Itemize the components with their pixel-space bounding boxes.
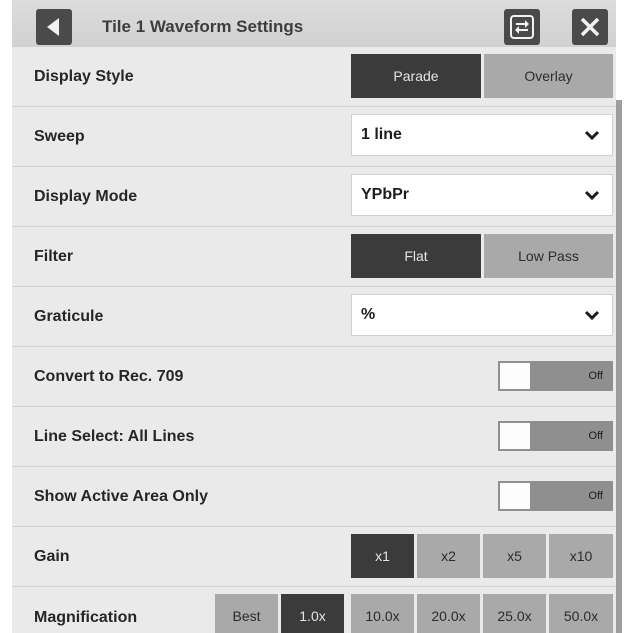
magnification-20x-button[interactable]: 20.0x	[417, 594, 480, 633]
active-area-label: Show Active Area Only	[34, 488, 208, 505]
line-select-toggle[interactable]: Off	[498, 421, 613, 451]
back-arrow-icon	[47, 18, 59, 36]
graticule-dropdown[interactable]: %	[351, 294, 613, 336]
back-button[interactable]	[36, 9, 72, 45]
line-select-label: Line Select: All Lines	[34, 428, 195, 445]
gain-x10-button[interactable]: x10	[549, 534, 613, 578]
magnification-1x-button[interactable]: 1.0x	[281, 594, 344, 633]
active-area-row: Show Active Area Only Off	[12, 467, 616, 527]
filter-label: Filter	[34, 248, 74, 265]
toggle-knob	[500, 483, 530, 509]
gain-label: Gain	[34, 548, 70, 565]
settings-panel: Tile 1 Waveform Settings Display Style P…	[12, 0, 616, 633]
toggle-knob	[500, 423, 530, 449]
convert-rec709-label: Convert to Rec. 709	[34, 368, 184, 385]
chevron-down-icon	[584, 310, 600, 321]
toggle-knob	[500, 363, 530, 389]
close-button[interactable]	[572, 9, 608, 45]
gain-x2-button[interactable]: x2	[417, 534, 480, 578]
graticule-label: Graticule	[34, 308, 104, 325]
display-mode-value: YPbPr	[361, 186, 410, 203]
chevron-down-icon	[584, 130, 600, 141]
sweep-value: 1 line	[361, 126, 402, 143]
toggle-state: Off	[588, 430, 603, 442]
active-area-toggle[interactable]: Off	[498, 481, 613, 511]
magnification-10x-button[interactable]: 10.0x	[351, 594, 414, 633]
magnification-label: Magnification	[34, 609, 138, 626]
swap-button[interactable]	[504, 9, 540, 45]
sweep-dropdown[interactable]: 1 line	[351, 114, 613, 156]
gain-x1-button[interactable]: x1	[351, 534, 414, 578]
magnification-50x-button[interactable]: 50.0x	[549, 594, 613, 633]
scrollbar[interactable]	[616, 100, 622, 633]
graticule-value: %	[361, 306, 376, 323]
magnification-best-button[interactable]: Best	[215, 594, 278, 633]
toggle-state: Off	[588, 490, 603, 502]
toggle-state: Off	[588, 370, 603, 382]
sweep-row: Sweep 1 line	[12, 107, 616, 167]
display-style-label: Display Style	[34, 68, 134, 85]
graticule-row: Graticule %	[12, 287, 616, 347]
gain-x5-button[interactable]: x5	[483, 534, 546, 578]
swap-arrows-icon	[510, 15, 534, 39]
magnification-25x-button[interactable]: 25.0x	[483, 594, 546, 633]
display-mode-dropdown[interactable]: YPbPr	[351, 174, 613, 216]
display-mode-row: Display Mode YPbPr	[12, 167, 616, 227]
chevron-down-icon	[584, 190, 600, 201]
magnification-row: Magnification Best 1.0x 10.0x 20.0x 25.0…	[12, 587, 616, 633]
display-style-row: Display Style Parade Overlay	[12, 47, 616, 107]
sweep-label: Sweep	[34, 128, 85, 145]
display-style-overlay-button[interactable]: Overlay	[484, 54, 613, 98]
filter-flat-button[interactable]: Flat	[351, 234, 481, 278]
display-mode-label: Display Mode	[34, 188, 138, 205]
filter-row: Filter Flat Low Pass	[12, 227, 616, 287]
panel-title: Tile 1 Waveform Settings	[102, 17, 304, 36]
gain-row: Gain x1 x2 x5 x10	[12, 527, 616, 587]
display-style-parade-button[interactable]: Parade	[351, 54, 481, 98]
close-icon	[580, 17, 600, 37]
convert-rec709-toggle[interactable]: Off	[498, 361, 613, 391]
filter-low-pass-button[interactable]: Low Pass	[484, 234, 613, 278]
line-select-row: Line Select: All Lines Off	[12, 407, 616, 467]
convert-rec709-row: Convert to Rec. 709 Off	[12, 347, 616, 407]
